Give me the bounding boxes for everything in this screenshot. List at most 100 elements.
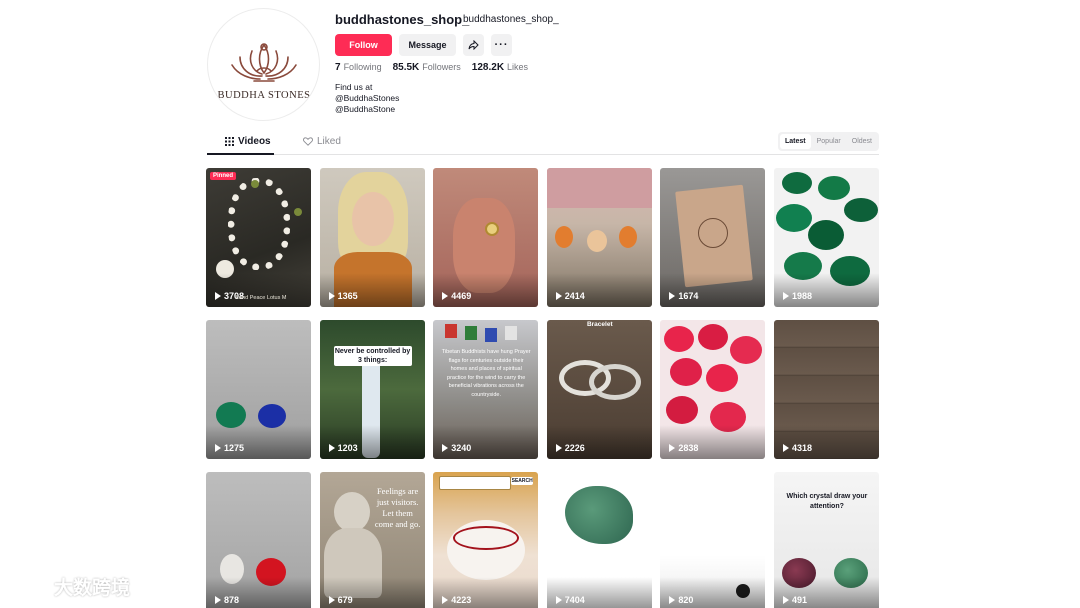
- video-card[interactable]: Pinned Land Peace Lotus M 3708: [206, 168, 311, 307]
- video-card[interactable]: 4469: [433, 168, 539, 307]
- buddha-stones-logo: BUDDHA STONES: [218, 43, 310, 101]
- red-stone-image: [256, 558, 286, 586]
- video-caption: SEARCH: [511, 477, 534, 485]
- view-count: 2414: [555, 291, 585, 301]
- play-icon: [669, 444, 676, 452]
- video-caption: Feelings are just visitors. Let them com…: [374, 486, 421, 529]
- bio-line: Find us at: [335, 82, 373, 92]
- video-card[interactable]: 4318: [773, 320, 879, 459]
- jade-stone-image: [564, 486, 633, 544]
- follow-button[interactable]: Follow: [335, 34, 392, 56]
- bead-image: [216, 260, 234, 278]
- video-card[interactable]: Never be controlled by 3 things: 1203: [319, 320, 425, 459]
- play-icon: [442, 444, 449, 452]
- video-card[interactable]: 7404: [546, 472, 652, 608]
- candle-image: [554, 226, 573, 248]
- video-caption: Land Peace Lotus M: [236, 295, 287, 301]
- prayer-flag-image: [445, 324, 458, 338]
- stat-following[interactable]: 7 Following: [335, 62, 382, 73]
- video-card[interactable]: Tibetan Buddhists have hung Prayer flags…: [433, 320, 539, 459]
- malachite-stone-image: [781, 172, 812, 194]
- play-icon: [215, 292, 221, 300]
- waterfall-image: [361, 358, 380, 458]
- garnet-stone-image: [781, 558, 816, 588]
- bio-line: @BuddhaStone: [335, 104, 396, 114]
- video-card[interactable]: 2838: [660, 320, 766, 459]
- view-count: 820: [669, 595, 693, 605]
- sort-oldest[interactable]: Oldest: [847, 134, 877, 149]
- play-icon: [328, 596, 335, 604]
- video-grid: Pinned Land Peace Lotus M 3708 1365 4469…: [206, 168, 879, 608]
- view-count: 878: [215, 595, 239, 605]
- video-caption: Bracelet: [586, 321, 613, 328]
- malachite-stone-image: [783, 252, 822, 280]
- play-icon: [215, 444, 221, 452]
- table-image: [546, 168, 652, 208]
- red-bracelet-image: [453, 526, 520, 550]
- profile-bio: Find us at @BuddhaStones @BuddhaStone: [335, 82, 399, 115]
- active-tab-indicator: [207, 153, 274, 155]
- tab-liked-label: Liked: [317, 136, 341, 147]
- lapis-stone-image: [258, 404, 286, 428]
- coral-stone-image: [698, 324, 729, 350]
- video-card[interactable]: Feelings are just visitors. Let them com…: [319, 472, 425, 608]
- malachite-stone-image: [775, 204, 812, 232]
- grid-icon: [225, 137, 234, 146]
- profile-tabs: Videos Liked Latest Popular Oldest: [207, 132, 879, 155]
- watermark-logo-icon: [12, 579, 48, 595]
- view-count: 1203: [328, 443, 358, 453]
- coral-stone-image: [710, 402, 747, 432]
- buddha-head-image: [333, 492, 370, 532]
- play-icon: [215, 596, 221, 604]
- video-card[interactable]: Bracelet 2226: [546, 320, 652, 459]
- malachite-stone-image: [807, 220, 844, 250]
- cartoon-figure-image: [736, 584, 751, 598]
- view-count: 1674: [669, 291, 698, 301]
- video-card[interactable]: Which crystal draw your attention? 491: [773, 472, 879, 608]
- video-card[interactable]: 820: [660, 472, 766, 608]
- coral-stone-image: [664, 326, 695, 352]
- coral-stone-image: [666, 396, 699, 424]
- video-card[interactable]: 1365: [319, 168, 425, 307]
- play-icon: [782, 292, 789, 300]
- tab-liked[interactable]: Liked: [303, 136, 341, 147]
- coral-stone-image: [706, 364, 739, 392]
- prayer-flag-image: [485, 328, 498, 342]
- coral-stone-image: [730, 336, 763, 364]
- view-count: 1365: [328, 291, 358, 301]
- search-bar-image: [439, 476, 512, 490]
- message-button[interactable]: Message: [399, 34, 456, 56]
- play-icon: [442, 292, 449, 300]
- watermark: 大数跨境: [10, 573, 130, 600]
- share-button[interactable]: [463, 34, 484, 56]
- sort-toggle: Latest Popular Oldest: [778, 132, 879, 151]
- play-icon: [328, 444, 335, 452]
- tab-videos-label: Videos: [238, 136, 271, 147]
- video-card[interactable]: 2414: [546, 168, 652, 307]
- tab-videos[interactable]: Videos: [225, 136, 271, 147]
- view-count: 1275: [215, 443, 244, 453]
- sort-popular[interactable]: Popular: [812, 134, 846, 149]
- view-count: 4223: [442, 595, 471, 605]
- view-count: 7404: [555, 595, 585, 605]
- malachite-stone-image: [829, 256, 870, 286]
- video-card[interactable]: SEARCH 4223: [433, 472, 539, 608]
- more-options-button[interactable]: ···: [491, 34, 512, 56]
- malachite-stone-image: [817, 176, 850, 200]
- bracelet-image: [588, 364, 641, 400]
- play-icon: [442, 596, 449, 604]
- view-count: 1988: [782, 291, 812, 301]
- sort-latest[interactable]: Latest: [780, 134, 811, 149]
- video-card[interactable]: 1275: [206, 320, 311, 459]
- profile-avatar[interactable]: BUDDHA STONES: [207, 8, 320, 121]
- play-icon: [782, 596, 789, 604]
- video-card[interactable]: 878: [206, 472, 311, 608]
- buddha-body-image: [323, 528, 382, 598]
- stat-followers[interactable]: 85.5K Followers: [393, 62, 461, 73]
- bead-necklace-image: [228, 178, 290, 270]
- profile-stats: 7 Following 85.5K Followers 128.2K Likes: [335, 62, 528, 73]
- hand-image: [453, 198, 516, 293]
- video-card[interactable]: 1988: [773, 168, 879, 307]
- video-caption: Tibetan Buddhists have hung Prayer flags…: [441, 349, 531, 398]
- video-card[interactable]: 1674: [660, 168, 766, 307]
